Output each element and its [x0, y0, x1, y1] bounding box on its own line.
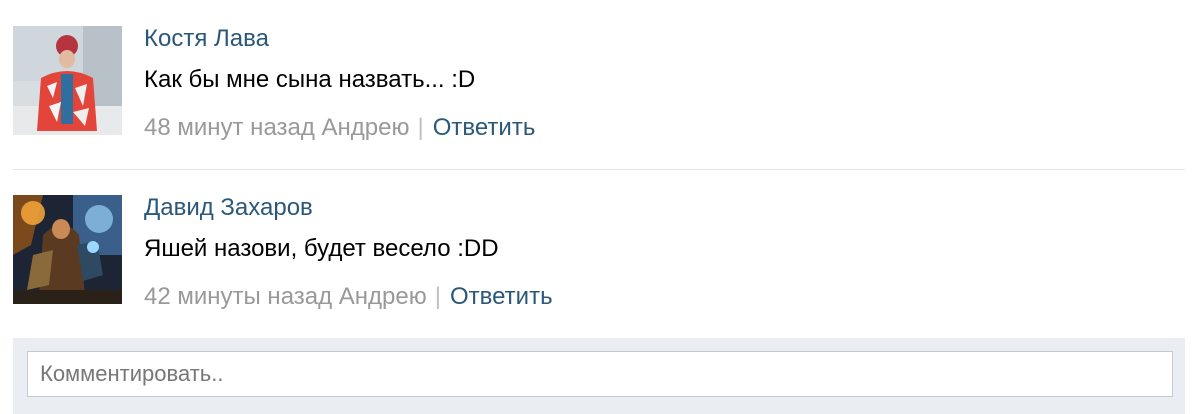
comment-timestamp-link[interactable]: 42 минуты назад Андрею — [144, 283, 427, 310]
user-photo-avatar-icon — [13, 26, 122, 135]
meta-separator: | — [434, 283, 441, 310]
comment-item: Давид Захаров Яшей назови, будет весело … — [0, 170, 1200, 338]
comment-timestamp-link[interactable]: 48 минут назад Андрею — [144, 114, 410, 141]
reply-link[interactable]: Ответить — [433, 114, 536, 141]
comment-author-link[interactable]: Костя Лава — [144, 25, 269, 53]
meta-separator: | — [417, 114, 424, 141]
comment-text: Как бы мне сына назвать... :D — [144, 66, 476, 93]
comment-meta: 42 минуты назад Андрею | Ответить — [144, 283, 553, 311]
comment-composer — [13, 338, 1185, 414]
comment-author-link[interactable]: Давид Захаров — [144, 194, 313, 222]
author-avatar[interactable] — [13, 26, 122, 135]
game-art-avatar-icon — [13, 195, 122, 304]
reply-link[interactable]: Ответить — [450, 283, 553, 310]
comment-meta: 48 минут назад Андрею | Ответить — [144, 114, 535, 142]
comment-text: Яшей назови, будет весело :DD — [144, 235, 499, 262]
comment-item: Костя Лава Как бы мне сына назвать... :D… — [0, 0, 1200, 170]
comments-section: Костя Лава Как бы мне сына назвать... :D… — [0, 0, 1200, 414]
comment-input[interactable] — [27, 351, 1173, 397]
author-avatar[interactable] — [13, 195, 122, 304]
